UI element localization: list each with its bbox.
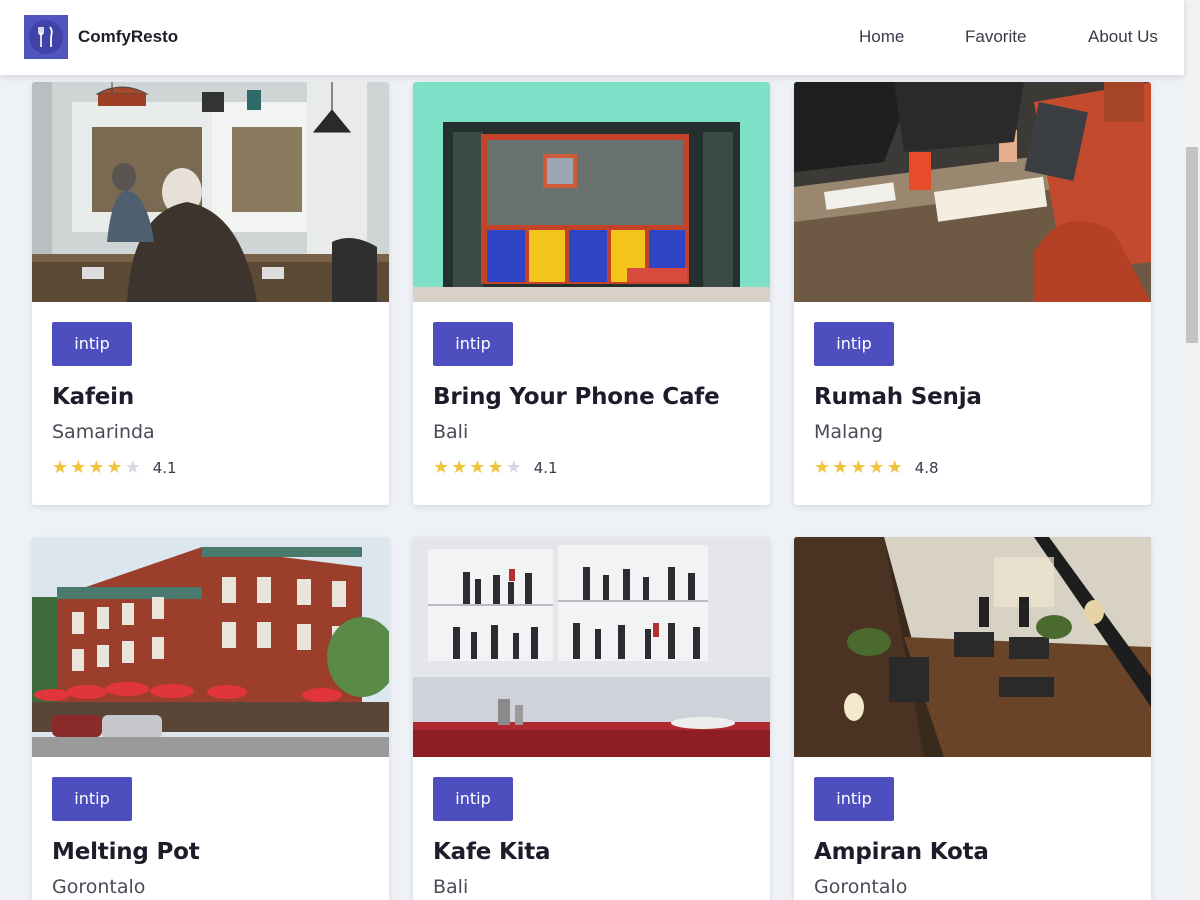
star-empty-icon: ★ [505, 457, 522, 478]
nav-home[interactable]: Home [859, 27, 904, 47]
star-icon: ★ [106, 457, 123, 478]
restaurant-card: intip Kafe Kita Bali [413, 537, 770, 900]
restaurant-name[interactable]: Ampiran Kota [814, 837, 1131, 867]
restaurant-city: Gorontalo [814, 876, 908, 898]
restaurant-image [32, 82, 389, 302]
restaurant-card: intip Melting Pot Gorontalo [32, 537, 389, 900]
rating-value: 4.1 [152, 459, 177, 477]
restaurant-image [413, 537, 770, 757]
restaurant-card: intip Kafein Samarinda ★ ★ ★ ★ ★ 4.1 [32, 82, 389, 505]
star-icon: ★ [868, 457, 885, 478]
star-icon: ★ [886, 457, 903, 478]
restaurant-name[interactable]: Kafein [52, 382, 369, 412]
star-icon: ★ [487, 457, 504, 478]
intip-button[interactable]: intip [814, 777, 894, 821]
intip-button[interactable]: intip [52, 322, 132, 366]
restaurant-card: intip Bring Your Phone Cafe Bali ★ ★ ★ ★… [413, 82, 770, 505]
restaurant-name[interactable]: Bring Your Phone Cafe [433, 382, 750, 412]
logo[interactable] [24, 15, 68, 59]
star-icon: ★ [850, 457, 867, 478]
rating: ★ ★ ★ ★ ★ 4.8 [814, 456, 1131, 480]
star-rating: ★ ★ ★ ★ ★ [814, 459, 903, 477]
star-icon: ★ [433, 457, 450, 478]
star-icon: ★ [52, 457, 69, 478]
restaurant-name[interactable]: Melting Pot [52, 837, 369, 867]
restaurant-image [32, 537, 389, 757]
restaurant-city: Samarinda [52, 421, 155, 443]
nav-about-us[interactable]: About Us [1088, 27, 1158, 47]
star-icon: ★ [451, 457, 468, 478]
restaurant-card: intip Ampiran Kota Gorontalo [794, 537, 1151, 900]
intip-button[interactable]: intip [433, 777, 513, 821]
restaurant-name[interactable]: Rumah Senja [814, 382, 1131, 412]
intip-button[interactable]: intip [433, 322, 513, 366]
restaurant-image [413, 82, 770, 302]
restaurant-image [794, 537, 1151, 757]
top-navbar: ComfyResto Home Favorite About Us [0, 0, 1184, 75]
scrollbar-thumb[interactable] [1186, 147, 1198, 343]
intip-button[interactable]: intip [52, 777, 132, 821]
star-rating: ★ ★ ★ ★ ★ [433, 459, 522, 477]
star-icon: ★ [88, 457, 105, 478]
restaurant-city: Bali [433, 421, 469, 443]
brand-name[interactable]: ComfyResto [78, 27, 178, 47]
intip-button[interactable]: intip [814, 322, 894, 366]
restaurant-image [794, 82, 1151, 302]
rating: ★ ★ ★ ★ ★ 4.1 [52, 456, 369, 480]
rating-value: 4.1 [533, 459, 558, 477]
fork-knife-icon [29, 20, 63, 54]
rating: ★ ★ ★ ★ ★ 4.1 [433, 456, 750, 480]
restaurant-city: Malang [814, 421, 884, 443]
restaurant-card: intip Rumah Senja Malang ★ ★ ★ ★ ★ 4.8 [794, 82, 1151, 505]
restaurant-name[interactable]: Kafe Kita [433, 837, 750, 867]
star-empty-icon: ★ [124, 457, 141, 478]
star-rating: ★ ★ ★ ★ ★ [52, 459, 141, 477]
star-icon: ★ [70, 457, 87, 478]
star-icon: ★ [469, 457, 486, 478]
restaurant-city: Gorontalo [52, 876, 146, 898]
restaurant-city: Bali [433, 876, 469, 898]
rating-value: 4.8 [914, 459, 939, 477]
scrollbar-track[interactable] [1184, 0, 1200, 900]
star-icon: ★ [814, 457, 831, 478]
star-icon: ★ [832, 457, 849, 478]
nav-favorite[interactable]: Favorite [965, 27, 1026, 47]
